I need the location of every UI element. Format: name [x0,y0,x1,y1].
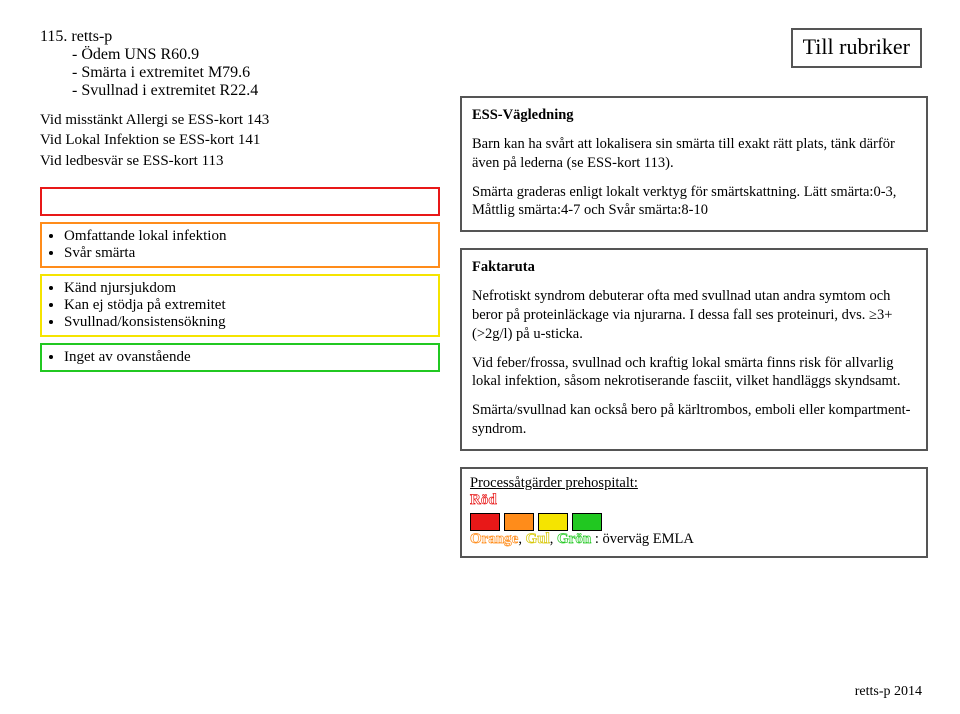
header-link[interactable]: Till rubriker [791,28,922,68]
ref-infektion: Vid Lokal Infektion se ESS-kort 141 [40,130,440,150]
title-line-2: - Ödem UNS R60.9 [40,46,440,64]
title-line-3: - Smärta i extremitet M79.6 [40,64,440,82]
header-link-label: Till rubriker [803,34,910,59]
columns: 115. retts-p - Ödem UNS R60.9 - Smärta i… [40,28,928,558]
document-title: 115. retts-p - Ödem UNS R60.9 - Smärta i… [40,28,440,100]
fakta-paragraph: Smärta/svullnad kan också bero på kärltr… [472,401,916,439]
process-title: Processåtgärder prehospitalt: [470,475,638,491]
right-column: Till rubriker ESS-Vägledning Barn kan ha… [460,28,928,558]
ess-paragraph: Barn kan ha svårt att lokalisera sin smä… [472,135,916,173]
swatch-orange-icon [504,513,534,531]
title-line-4: - Svullnad i extremitet R22.4 [40,82,440,100]
process-legend [470,513,918,531]
left-column: 115. retts-p - Ödem UNS R60.9 - Smärta i… [40,28,440,558]
triage-orange-item: Svår smärta [64,245,430,262]
ref-allergi: Vid misstänkt Allergi se ESS-kort 143 [40,110,440,130]
footer-text: retts-p 2014 [855,684,922,700]
triage-yellow-box: Känd njursjukdom Kan ej stödja på extrem… [40,274,440,337]
ess-guidance-box: ESS-Vägledning Barn kan ha svårt att lok… [460,96,928,232]
process-red-label: Röd [470,492,497,508]
swatch-red-icon [470,513,500,531]
triage-boxes: Omfattande lokal infektion Svår smärta K… [40,187,440,372]
process-green-label: Grön [557,531,591,547]
ref-ledbesvar: Vid ledbesvär se ESS-kort 113 [40,151,440,171]
fakta-paragraph: Nefrotiskt syndrom debuterar ofta med sv… [472,287,916,344]
cross-references: Vid misstänkt Allergi se ESS-kort 143 Vi… [40,110,440,171]
swatch-yellow-icon [538,513,568,531]
triage-orange-box: Omfattande lokal infektion Svår smärta [40,222,440,268]
triage-yellow-item: Svullnad/konsistensökning [64,314,430,331]
process-rest: : överväg EMLA [595,531,694,547]
process-orange-label: Orange [470,531,518,547]
process-box: Processåtgärder prehospitalt: Röd Orange… [460,467,928,558]
triage-orange-item: Omfattande lokal infektion [64,228,430,245]
fakta-paragraph: Vid feber/frossa, svullnad och kraftig l… [472,354,916,392]
swatch-green-icon [572,513,602,531]
triage-yellow-item: Kan ej stödja på extremitet [64,297,430,314]
triage-red-box [40,187,440,216]
triage-green-box: Inget av ovanstående [40,343,440,372]
ess-title: ESS-Vägledning [472,106,916,125]
title-line-1: 115. retts-p [40,28,440,46]
ess-paragraph: Smärta graderas enligt lokalt verktyg fö… [472,183,916,221]
fact-box: Faktaruta Nefrotiskt syndrom debuterar o… [460,248,928,451]
page: 115. retts-p - Ödem UNS R60.9 - Smärta i… [0,0,960,714]
triage-green-item: Inget av ovanstående [64,349,430,366]
fakta-title: Faktaruta [472,258,916,277]
triage-yellow-item: Känd njursjukdom [64,280,430,297]
process-yellow-label: Gul [526,531,550,547]
